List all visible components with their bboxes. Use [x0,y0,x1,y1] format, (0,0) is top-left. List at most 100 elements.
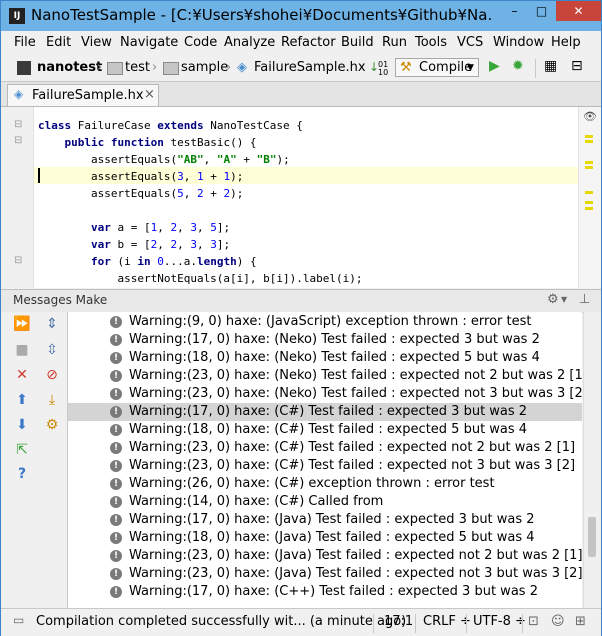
chevron-right-icon: › [97,60,103,75]
menu-file[interactable]: File [14,35,36,50]
event-log-icon[interactable]: ⊞ [575,614,586,629]
warning-marker[interactable] [585,161,593,164]
open-in-editor-icon[interactable]: ⇱ [13,442,31,458]
status-divider [415,614,416,633]
message-row[interactable]: ! Warning:(17, 0) haxe: (Java) Test faile… [68,511,582,529]
previous-message-icon[interactable]: ⬆ [13,392,31,408]
messages-list[interactable]: ! Warning:(9, 0) haxe: (JavaScript) excep… [68,312,582,608]
warning-marker[interactable] [585,140,593,143]
close-window-button[interactable]: ✕ [556,1,601,21]
message-text: Warning:(23, 0) haxe: (Neko) Test failed… [129,386,582,401]
close-icon[interactable]: ✕ [13,367,31,383]
status-divider [522,614,523,633]
message-row[interactable]: ! Warning:(9, 0) haxe: (JavaScript) excep… [68,313,582,331]
minimize-button[interactable]: – [501,1,528,21]
message-row[interactable]: ! Warning:(23, 0) haxe: (Java) Test faile… [68,565,582,583]
warning-marker[interactable] [585,135,593,138]
menu-edit[interactable]: Edit [46,35,71,50]
gear-icon[interactable]: ⚙ [547,292,559,307]
export-icon[interactable]: ⤓ [43,392,61,408]
fold-icon[interactable]: ⊟ [14,119,22,130]
binary-icon[interactable]: 01 10 [378,61,388,77]
scrollbar-thumb[interactable] [588,517,596,557]
warning-marker[interactable] [585,201,593,204]
hide-panel-icon[interactable]: ⊥ [579,292,590,307]
line-separator[interactable]: CRLF ÷ [423,614,471,629]
menu-vcs[interactable]: VCS [457,35,483,50]
warning-marker[interactable] [585,166,593,169]
hide-warnings-icon[interactable]: ⊘ [43,367,61,383]
tool-window-toggle-icon[interactable]: ▭ [13,613,24,627]
menu-navigate[interactable]: Navigate [120,35,178,50]
message-row[interactable]: ! Warning:(23, 0) haxe: (C#) Test failed … [68,457,582,475]
message-row[interactable]: ! Warning:(18, 0) haxe: (C#) Test failed … [68,421,582,439]
debug-icon[interactable]: ✹ [512,58,524,74]
run-icon[interactable]: ▶ [489,58,500,74]
menu-code[interactable]: Code [184,35,217,50]
status-divider [466,614,467,633]
error-stripe[interactable]: 👁 [578,107,601,288]
message-row[interactable]: ! Warning:(17, 0) haxe: (C++) Test failed… [68,583,582,601]
menu-run[interactable]: Run [382,35,407,50]
next-message-icon[interactable]: ⬇ [13,417,31,433]
title-bar[interactable]: IJ NanoTestSample - [C:¥Users¥shohei¥Doc… [1,1,601,31]
file-encoding[interactable]: UTF-8 ÷ [473,614,526,629]
menu-bar: File Edit View Navigate Code Analyze Ref… [1,32,601,54]
warning-icon: ! [110,460,122,472]
breadcrumb-sample[interactable]: sample [181,60,228,75]
message-row[interactable]: ! Warning:(17, 0) haxe: (C#) Test failed … [68,403,582,421]
haxe-file-icon: ◈ [237,60,247,75]
message-row[interactable]: ! Warning:(17, 0) haxe: (Neko) Test faile… [68,331,582,349]
chevron-down-icon[interactable]: ▼ [561,295,567,304]
settings-icon[interactable]: ⚙ [43,417,61,433]
message-row[interactable]: ! Warning:(23, 0) haxe: (Neko) Test faile… [68,385,582,403]
menu-analyze[interactable]: Analyze [224,35,275,50]
breadcrumb-project[interactable]: nanotest [37,60,102,75]
collapse-all-icon[interactable]: ⇳ [43,342,61,358]
warning-icon: ! [110,424,122,436]
sdk-manager-icon[interactable]: ⊟ [571,58,583,74]
message-text: Warning:(17, 0) haxe: (Neko) Test failed… [129,332,540,347]
message-row[interactable]: ! Warning:(18, 0) haxe: (Java) Test faile… [68,529,582,547]
message-row[interactable]: ! Warning:(14, 0) haxe: (C#) Called from [68,493,582,511]
close-tab-icon[interactable]: × [144,87,155,102]
breadcrumb-test[interactable]: test [125,60,150,75]
warning-marker[interactable] [585,207,593,210]
menu-view[interactable]: View [81,35,112,50]
menu-help[interactable]: Help [551,35,581,50]
rerun-icon[interactable]: ⏩ [13,316,31,332]
project-structure-icon[interactable]: ▦ [544,58,557,74]
help-icon[interactable]: ? [13,466,31,482]
expand-all-icon[interactable]: ⇕ [43,316,61,332]
message-row[interactable]: ! Warning:(23, 0) haxe: (Java) Test faile… [68,547,582,565]
code-line: public function testBasic() { [64,136,257,149]
ide-window: IJ NanoTestSample - [C:¥Users¥shohei¥Doc… [0,0,602,636]
message-row[interactable]: ! Warning:(23, 0) haxe: (C#) Test failed … [68,439,582,457]
lock-icon[interactable]: ⊡ [528,614,539,629]
menu-tools[interactable]: Tools [415,35,447,50]
warning-icon: ! [110,352,122,364]
warning-marker[interactable] [585,191,593,194]
menu-build[interactable]: Build [341,35,374,50]
message-text: Warning:(23, 0) haxe: (Java) Test failed… [129,548,582,563]
fold-icon[interactable]: ⊟ [14,255,22,266]
messages-toolbar: ⏩ ⇕ ■ ⇳ ✕ ⊘ ⬆ ⤓ ⬇ ⚙ ⇱ ? [1,312,68,608]
message-row[interactable]: ! Warning:(26, 0) haxe: (C#) exception th… [68,475,582,493]
code-editor[interactable]: ⊟ ⊟ ⊟ class FailureCase extends NanoTest… [1,107,601,288]
message-row[interactable]: ! Warning:(18, 0) haxe: (Neko) Test faile… [68,349,582,367]
inspector-icon[interactable]: ☺ [551,614,565,629]
run-config-label: Compile [419,60,473,75]
message-row[interactable]: ! Warning:(23, 0) haxe: (Neko) Test faile… [68,367,582,385]
messages-scrollbar[interactable] [583,312,601,608]
cursor-position[interactable]: 17:1 [384,614,413,629]
menu-window[interactable]: Window [493,35,544,50]
fold-icon[interactable]: ⊟ [14,135,22,146]
menu-refactor[interactable]: Refactor [281,35,336,50]
code-line: assertEquals(5, 2 + 2); [38,187,244,200]
panel-title: Messages Make [13,293,108,307]
breadcrumb-file[interactable]: FailureSample.hx [254,60,366,75]
stop-icon[interactable]: ■ [13,342,31,358]
tab-failure-sample[interactable]: ◈ FailureSample.hx × [7,84,159,106]
maximize-button[interactable]: □ [528,1,555,21]
eye-icon[interactable]: 👁 [583,110,597,123]
